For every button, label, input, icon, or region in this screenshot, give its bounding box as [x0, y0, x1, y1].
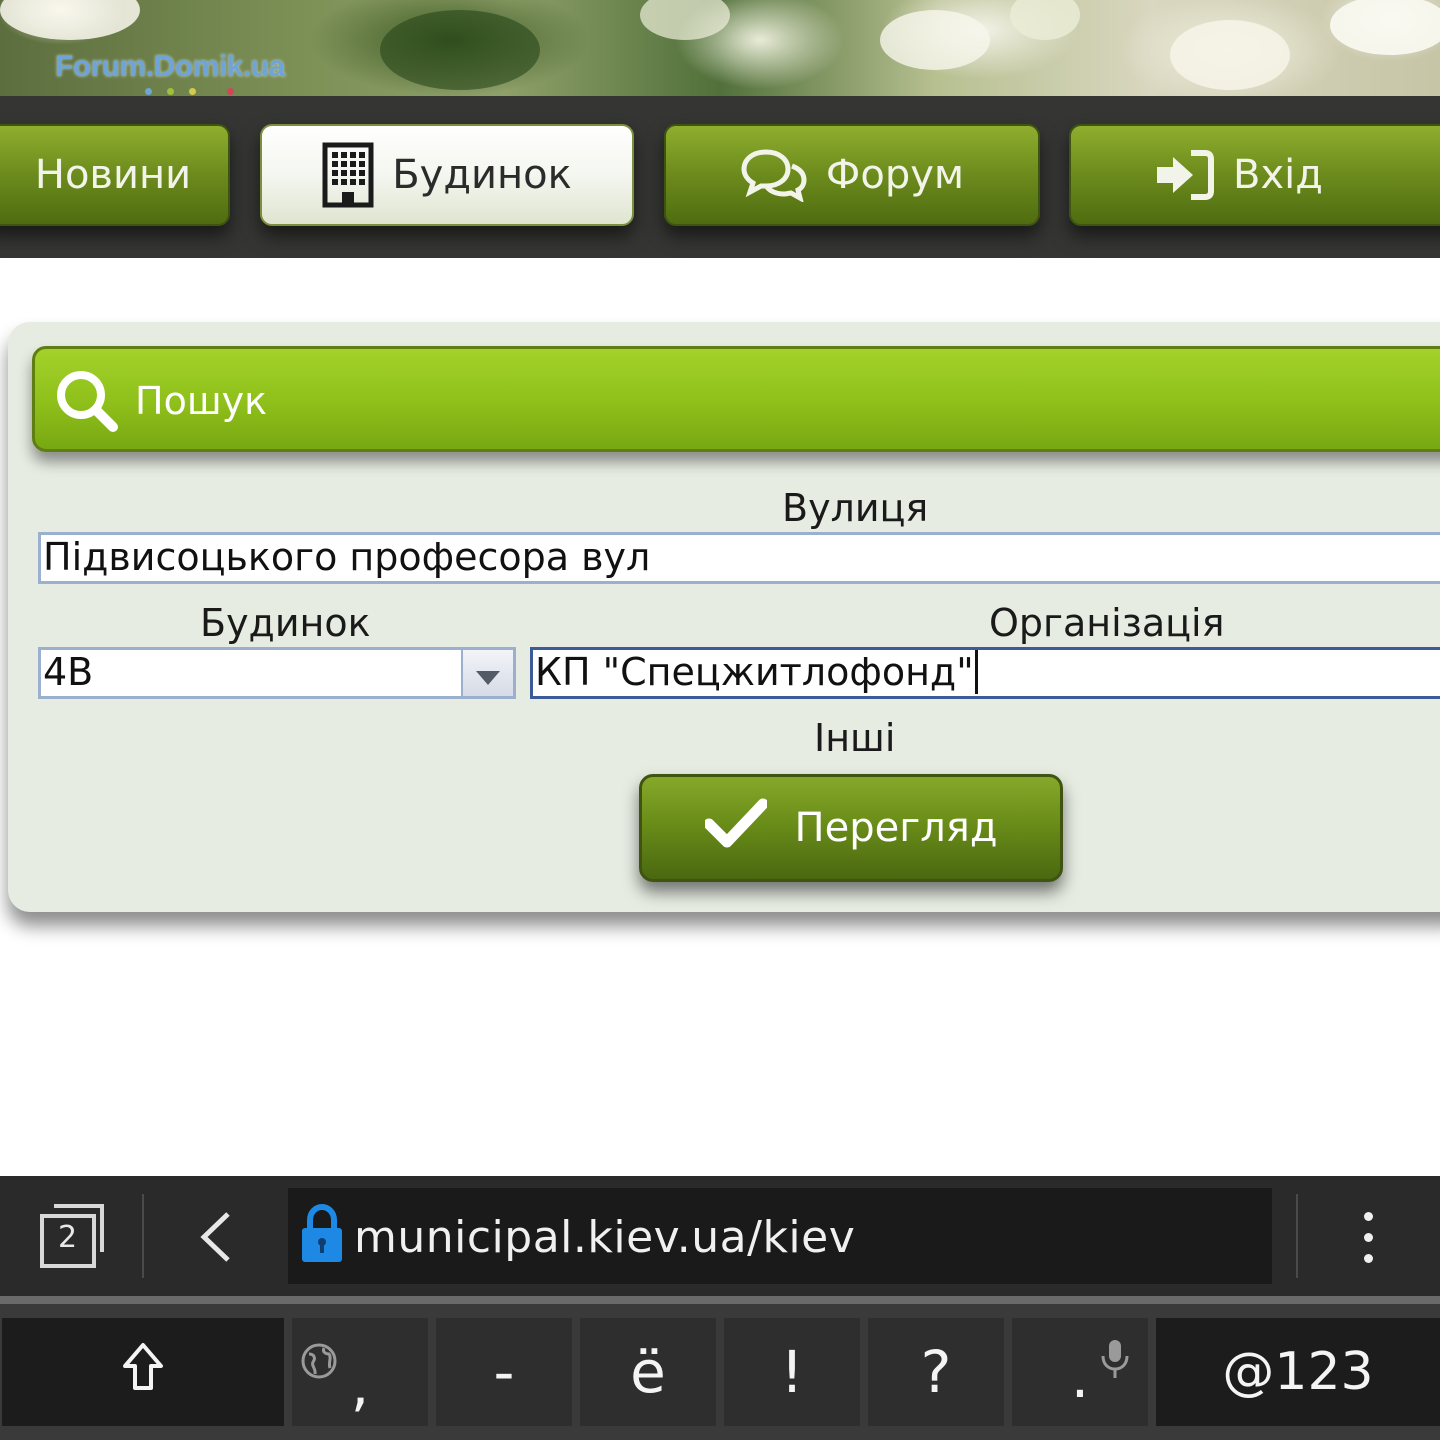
house-value: 4В	[43, 650, 94, 694]
nav-forum-label: Форум	[825, 152, 965, 198]
question-key[interactable]: ?	[868, 1318, 1004, 1426]
street-value: Підвисоцького професора вул	[43, 535, 651, 579]
organization-value: КП "Спецжитлофонд"	[535, 650, 974, 694]
search-icon	[53, 367, 123, 441]
nav-building-label: Будинок	[392, 152, 572, 198]
symbols-key[interactable]: @123	[1156, 1318, 1440, 1426]
tabs-button[interactable]: 2	[36, 1202, 110, 1270]
symbols-key-label: @123	[1222, 1342, 1374, 1402]
chevron-down-icon	[475, 651, 501, 695]
tab-count: 2	[58, 1220, 78, 1255]
toolbar-separator	[1296, 1194, 1298, 1278]
organization-label: Організація	[989, 601, 1225, 645]
house-select[interactable]: 4В	[38, 647, 516, 699]
period-key[interactable]: .	[1012, 1318, 1148, 1426]
comma-key-label: ,	[350, 1351, 370, 1419]
microphone-icon	[1100, 1326, 1130, 1394]
nav-news-button[interactable]: Новини	[0, 124, 230, 226]
dash-key[interactable]: -	[436, 1318, 572, 1426]
sign-in-icon	[1155, 149, 1215, 201]
period-key-label: .	[1070, 1343, 1090, 1411]
globe-icon	[300, 1326, 338, 1394]
overflow-menu-button[interactable]	[1350, 1208, 1386, 1268]
view-button-label: Перегляд	[794, 805, 998, 851]
address-bar[interactable]: municipal.kiev.ua/kiev	[288, 1188, 1272, 1284]
site-banner: Forum.Domik.ua	[0, 0, 1440, 96]
nav-signin-label: Вхід	[1233, 152, 1323, 198]
browser-toolbar: 2 municipal.kiev.ua/kiev	[0, 1176, 1440, 1296]
logo-dots	[145, 88, 245, 96]
back-button[interactable]	[196, 1210, 236, 1268]
search-header[interactable]: Пошук	[32, 346, 1440, 452]
chat-bubbles-icon	[740, 148, 808, 202]
house-dropdown-button[interactable]	[461, 650, 513, 696]
nav-signin-button[interactable]: Вхід	[1069, 124, 1440, 226]
nav-forum-button[interactable]: Форум	[664, 124, 1040, 226]
url-text: municipal.kiev.ua/kiev	[354, 1212, 856, 1263]
toolbar-separator	[142, 1194, 144, 1278]
building-icon	[322, 142, 374, 208]
exclamation-key-label: !	[780, 1338, 804, 1406]
text-cursor	[974, 650, 978, 694]
chevron-left-icon	[196, 1212, 236, 1268]
view-button[interactable]: Перегляд	[639, 774, 1063, 882]
dash-key-label: -	[493, 1338, 515, 1406]
yo-key-label: ё	[630, 1338, 666, 1406]
shift-icon	[121, 1338, 165, 1406]
comma-key[interactable]: ,	[292, 1318, 428, 1426]
yo-key[interactable]: ё	[580, 1318, 716, 1426]
street-field[interactable]: Підвисоцького професора вул	[38, 532, 1440, 584]
organization-field[interactable]: КП "Спецжитлофонд"	[530, 647, 1440, 699]
nav-news-label: Новини	[34, 152, 192, 198]
keyboard-divider	[0, 1296, 1440, 1304]
nav-building-button[interactable]: Будинок	[260, 124, 634, 226]
lock-icon	[300, 1203, 344, 1268]
house-label: Будинок	[200, 601, 371, 645]
main-nav: Новини Будинок Форум Вхід	[0, 96, 1440, 258]
question-key-label: ?	[920, 1338, 952, 1406]
site-logo[interactable]: Forum.Domik.ua	[55, 50, 285, 84]
search-title: Пошук	[135, 379, 268, 423]
street-label: Вулиця	[782, 486, 929, 530]
checkmark-icon	[703, 798, 768, 858]
other-label[interactable]: Інші	[814, 716, 895, 760]
shift-key[interactable]	[2, 1318, 284, 1426]
virtual-keyboard: , - ё ! ? . @123	[0, 1304, 1440, 1440]
exclamation-key[interactable]: !	[724, 1318, 860, 1426]
